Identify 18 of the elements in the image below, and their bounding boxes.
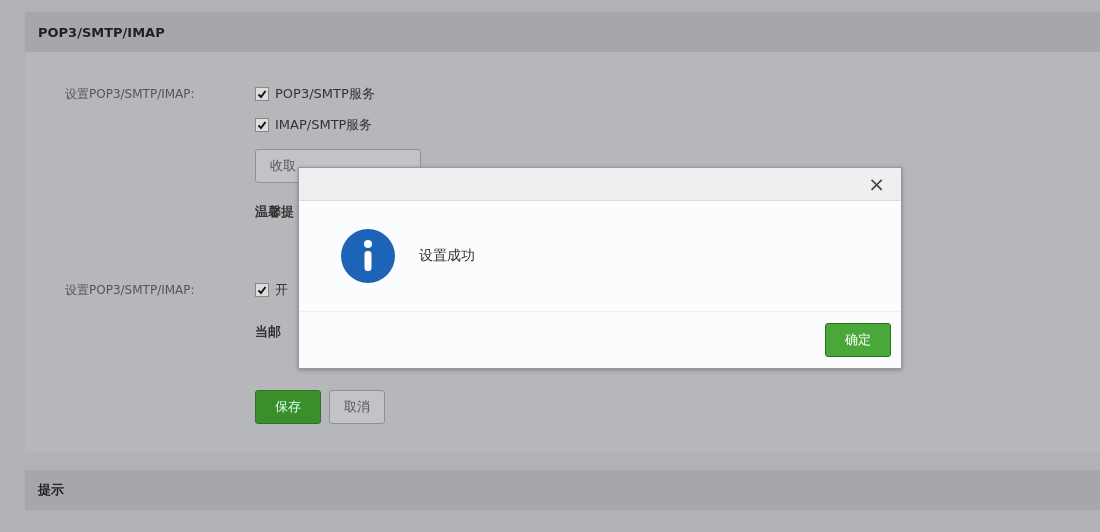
- field-label: 设置POP3/SMTP/IMAP:: [64, 282, 196, 299]
- checkbox-label: POP3/SMTP服务: [275, 85, 375, 103]
- ok-button[interactable]: 确定: [825, 323, 891, 357]
- save-button[interactable]: 保存: [255, 390, 321, 424]
- cancel-button[interactable]: 取消: [329, 390, 385, 424]
- note-text: 当邮: [255, 323, 281, 341]
- close-button[interactable]: ×: [862, 171, 891, 197]
- info-icon: [341, 229, 395, 283]
- tips-title: 提示: [38, 481, 64, 499]
- checkbox[interactable]: [255, 87, 269, 101]
- checkbox-label: 开: [275, 281, 288, 299]
- checkbox-label: IMAP/SMTP服务: [275, 116, 373, 134]
- checkbox[interactable]: [255, 283, 269, 297]
- section-title: POP3/SMTP/IMAP: [38, 24, 165, 40]
- note-text: 温馨提: [255, 203, 294, 221]
- dialog-message: 设置成功: [419, 247, 475, 265]
- checkbox[interactable]: [255, 118, 269, 132]
- field-label: 设置POP3/SMTP/IMAP:: [64, 86, 196, 103]
